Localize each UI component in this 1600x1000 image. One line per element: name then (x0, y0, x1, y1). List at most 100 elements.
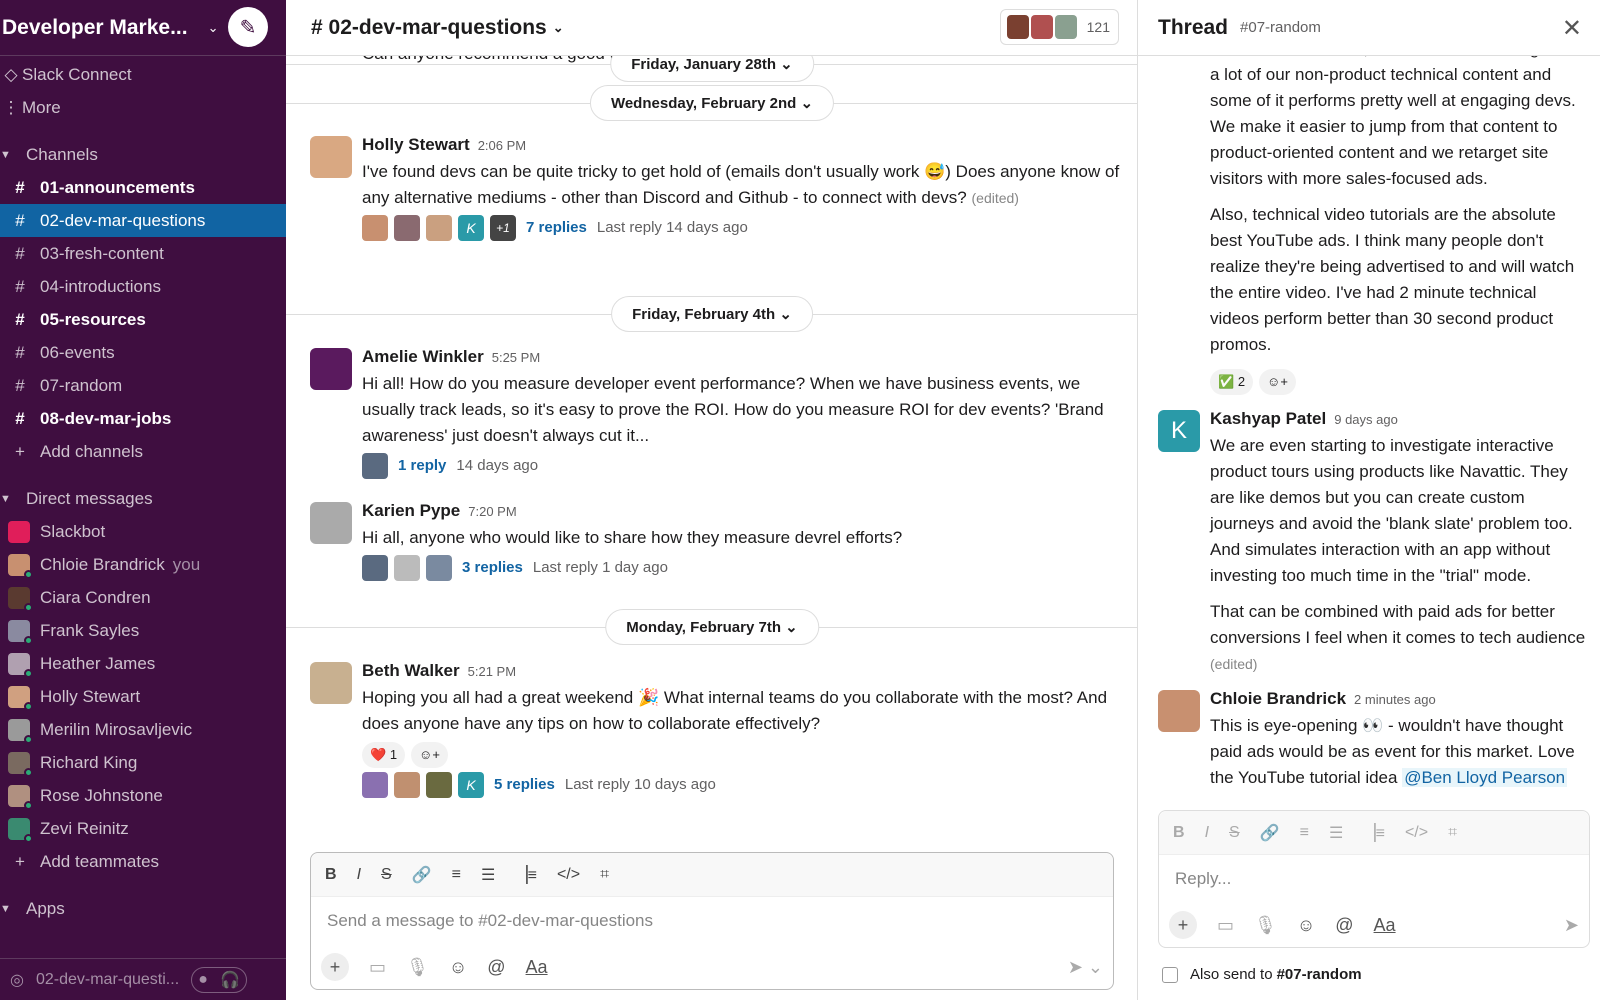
replies-link[interactable]: 3 replies (462, 555, 523, 581)
sender-name[interactable]: Kashyap Patel (1210, 409, 1326, 428)
huddle-channel[interactable]: 02-dev-mar-questi... (36, 971, 179, 989)
blockquote-icon[interactable]: ▕≡ (1363, 823, 1385, 843)
sidebar-item-dm[interactable]: Heather James (0, 647, 286, 680)
mention-icon[interactable]: @ (1335, 915, 1353, 936)
reply-input[interactable]: Reply... (1159, 855, 1589, 903)
thread-summary[interactable]: 3 replies Last reply 1 day ago (362, 555, 1120, 581)
code-block-icon[interactable]: ⌗ (600, 866, 609, 884)
emoji-icon[interactable]: ☺ (1297, 915, 1315, 936)
sender-name[interactable]: Chloie Brandrick (1210, 689, 1346, 708)
workspace-header[interactable]: Developer Marke... ⌄ ✎ (0, 0, 286, 56)
blockquote-icon[interactable]: ▕≡ (515, 865, 537, 885)
date-pill[interactable]: Monday, February 7th ⌄ (605, 609, 819, 645)
bold-icon[interactable]: B (1173, 824, 1185, 842)
italic-icon[interactable]: I (1205, 824, 1209, 842)
sender-name[interactable]: Holly Stewart (362, 135, 470, 154)
sidebar-item-channel[interactable]: #03-fresh-content (0, 237, 286, 270)
thread-channel[interactable]: #07-random (1240, 19, 1321, 36)
bullet-list-icon[interactable]: ☰ (481, 865, 495, 885)
sidebar-item-dm[interactable]: Merilin Mirosavljevic (0, 713, 286, 746)
timestamp[interactable]: 7:20 PM (468, 504, 516, 519)
bullet-list-icon[interactable]: ☰ (1329, 823, 1343, 843)
date-pill[interactable]: Wednesday, February 2nd ⌄ (589, 85, 835, 121)
italic-icon[interactable]: I (357, 866, 361, 884)
message-input[interactable]: Send a message to #02-dev-mar-questions (311, 897, 1113, 945)
timestamp[interactable]: 5:21 PM (468, 664, 516, 679)
also-send-checkbox[interactable] (1162, 966, 1178, 983)
huddle-toggle[interactable]: ● 🎧 (191, 966, 248, 993)
replies-link[interactable]: 7 replies (526, 215, 587, 241)
reaction-check[interactable]: ✅ 2 (1210, 369, 1254, 395)
mention-icon[interactable]: @ (487, 957, 505, 978)
plus-icon[interactable]: + (1169, 911, 1197, 939)
link-icon[interactable]: 🔗 (412, 865, 432, 885)
format-text-icon[interactable]: Aa (526, 957, 548, 978)
thread-summary[interactable]: 1 reply 14 days ago (362, 453, 1120, 479)
message[interactable]: Beth Walker 5:21 PM Hoping you all had a … (310, 658, 1120, 798)
timestamp[interactable]: 5:25 PM (492, 350, 540, 365)
date-pill[interactable]: Friday, February 4th ⌄ (611, 296, 813, 332)
timestamp[interactable]: 9 days ago (1334, 412, 1398, 427)
chevron-down-icon[interactable]: ⌄ (208, 20, 219, 36)
sidebar-item-more[interactable]: ⋮ More (0, 91, 286, 124)
microphone-icon[interactable]: 🎙 (1254, 915, 1277, 936)
add-teammates-button[interactable]: + Add teammates (0, 845, 286, 878)
sidebar-item-dm[interactable]: Chloie Brandrick you (0, 548, 286, 581)
sidebar-item-channel[interactable]: #01-announcements (0, 171, 286, 204)
code-block-icon[interactable]: ⌗ (1448, 824, 1457, 842)
sidebar-item-channel[interactable]: #04-introductions (0, 270, 286, 303)
also-send-option[interactable]: Also send to #07-random (1162, 966, 1362, 983)
message[interactable]: Holly Stewart 2:06 PM I've found devs can… (310, 132, 1120, 241)
format-text-icon[interactable]: Aa (1374, 915, 1396, 936)
add-reaction-icon[interactable]: ☺+ (1259, 369, 1296, 395)
send-icon[interactable]: ➤ ⌄ (1068, 957, 1103, 978)
sidebar-item-dm[interactable]: Richard King (0, 746, 286, 779)
replies-link[interactable]: 1 reply (398, 453, 446, 479)
sidebar-item-dm[interactable]: Frank Sayles (0, 614, 286, 647)
sidebar-item-dm[interactable]: Holly Stewart (0, 680, 286, 713)
member-list-button[interactable]: 121 (999, 9, 1119, 45)
date-pill[interactable]: Friday, January 28th ⌄ (610, 56, 814, 82)
thread-summary[interactable]: K +1 7 replies Last reply 14 days ago (362, 215, 1120, 241)
workspace-name[interactable]: Developer Marke... (2, 16, 188, 40)
compose-icon[interactable]: ✎ (228, 7, 268, 47)
code-icon[interactable]: </> (1405, 824, 1428, 842)
thread-summary[interactable]: K5 replies Last reply 10 days ago (362, 772, 1120, 798)
reaction-heart[interactable]: ❤️ 1 (362, 742, 406, 768)
sender-name[interactable]: Amelie Winkler (362, 347, 484, 366)
ordered-list-icon[interactable]: ≡ (1300, 824, 1309, 842)
video-icon[interactable]: ▭ (1217, 915, 1234, 936)
sender-name[interactable]: Karien Pype (362, 501, 460, 520)
emoji-icon[interactable]: ☺ (449, 957, 467, 978)
dm-section-toggle[interactable]: ▼ Direct messages (0, 482, 286, 515)
ordered-list-icon[interactable]: ≡ (452, 866, 461, 884)
message[interactable]: Amelie Winkler 5:25 PM Hi all! How do you… (310, 344, 1120, 479)
chevron-down-icon[interactable]: ⌄ (553, 20, 564, 36)
user-mention[interactable]: @Ben Lloyd Pearson (1402, 768, 1568, 787)
sidebar-item-channel[interactable]: #06-events (0, 336, 286, 369)
send-icon[interactable]: ➤ (1564, 915, 1579, 936)
sidebar-item-channel[interactable]: #05-resources (0, 303, 286, 336)
timestamp[interactable]: 2:06 PM (478, 138, 526, 153)
code-icon[interactable]: </> (557, 866, 580, 884)
add-channels-button[interactable]: + Add channels (0, 435, 286, 468)
sidebar-item-channel[interactable]: #02-dev-mar-questions (0, 204, 286, 237)
sidebar-item-channel[interactable]: #08-dev-mar-jobs (0, 402, 286, 435)
timestamp[interactable]: 2 minutes ago (1354, 692, 1436, 707)
replies-link[interactable]: 5 replies (494, 772, 555, 798)
plus-icon[interactable]: + (321, 953, 349, 981)
channel-title[interactable]: # 02-dev-mar-questions (311, 16, 547, 40)
sidebar-item-dm[interactable]: Zevi Reinitz (0, 812, 286, 845)
sidebar-item-dm[interactable]: Rose Johnstone (0, 779, 286, 812)
bold-icon[interactable]: B (325, 866, 337, 884)
add-reaction-icon[interactable]: ☺+ (411, 742, 448, 768)
link-icon[interactable]: 🔗 (1260, 823, 1280, 843)
sidebar-item-slack-connect[interactable]: ◇ Slack Connect (0, 58, 286, 91)
channels-section-toggle[interactable]: ▼ Channels (0, 138, 286, 171)
strikethrough-icon[interactable]: S (381, 866, 392, 884)
video-icon[interactable]: ▭ (369, 957, 386, 978)
strikethrough-icon[interactable]: S (1229, 824, 1240, 842)
apps-section-toggle[interactable]: ▼ Apps (0, 892, 286, 925)
message[interactable]: Karien Pype 7:20 PM Hi all, anyone who wo… (310, 498, 1120, 581)
message-list[interactable]: Can anyone recommend a good t Friday, Ja… (286, 56, 1138, 852)
